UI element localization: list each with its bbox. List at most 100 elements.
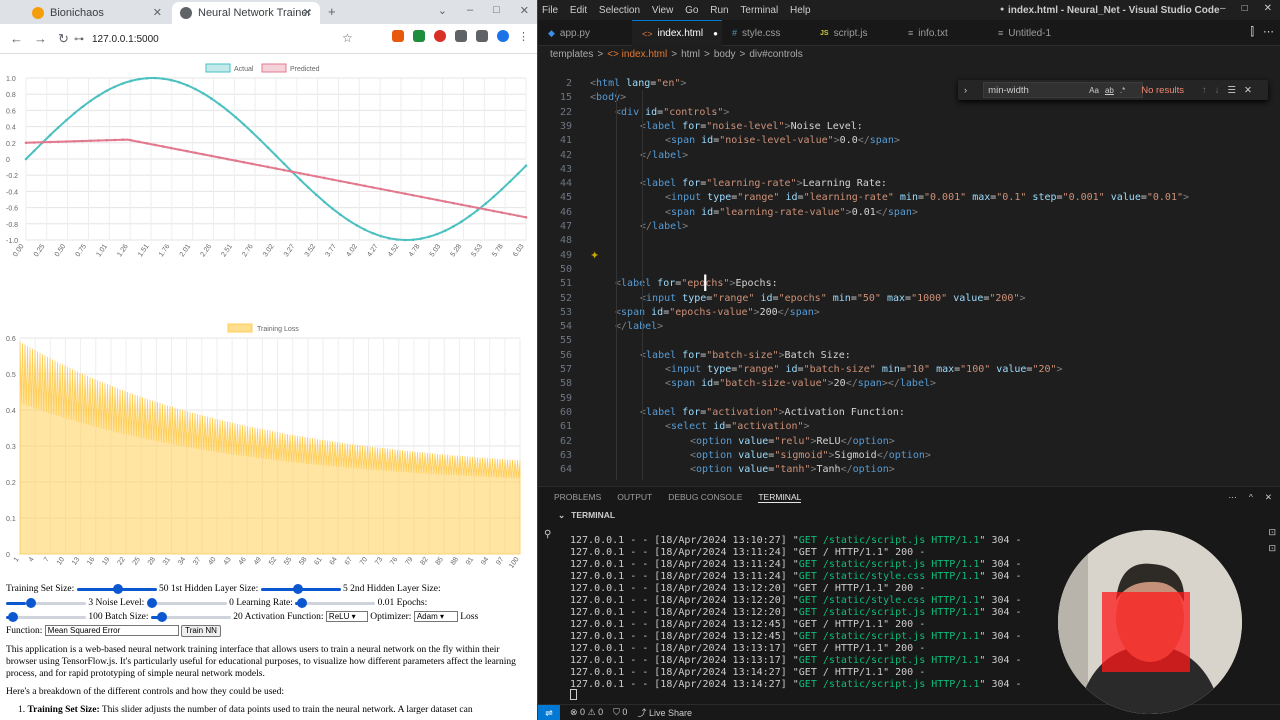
extension-icon[interactable] <box>392 30 404 42</box>
code-line[interactable]: <div id="controls"> <box>615 107 729 118</box>
remote-indicator-icon[interactable]: ⇌ <box>538 704 560 720</box>
more-actions-icon[interactable]: ⋯ <box>1263 25 1274 38</box>
new-tab-button[interactable]: + <box>328 4 336 19</box>
terminal-instance-icon[interactable]: ⊡ <box>1268 527 1276 538</box>
code-line[interactable]: <span id="noise-level-value">0.0</span> <box>665 135 900 146</box>
chevron-right-icon[interactable]: › <box>964 85 967 96</box>
learning-rate-slider[interactable] <box>295 597 376 608</box>
code-line[interactable]: <label for="noise-level">Noise Level: <box>640 121 863 132</box>
code-line[interactable]: <label for="learning-rate">Learning Rate… <box>640 178 887 189</box>
menu-run[interactable]: Run <box>710 5 728 16</box>
tab-info-txt[interactable]: ≡ info.txt <box>898 20 988 46</box>
menu-edit[interactable]: Edit <box>570 5 587 16</box>
avatar[interactable] <box>497 30 509 42</box>
code-editor[interactable]: 2 <html lang="en"> 15 <body> 22 <div id="cont… <box>538 76 1280 486</box>
menu-view[interactable]: View <box>652 5 674 16</box>
extension-icon[interactable] <box>434 30 446 42</box>
puzzle-icon[interactable] <box>455 30 467 42</box>
reload-icon[interactable]: ↻ <box>58 31 72 47</box>
noise-slider[interactable] <box>146 597 227 608</box>
menu-selection[interactable]: Selection <box>599 5 640 16</box>
tab-search-icon[interactable]: ⌄ <box>438 4 447 17</box>
code-line[interactable]: <span id="batch-size-value">20</span></l… <box>665 378 936 389</box>
site-info-icon[interactable]: ⊶ <box>74 34 84 45</box>
terminal-output[interactable]: 127.0.0.1 - - [18/Apr/2024 13:10:27] "GE… <box>570 535 1022 691</box>
tab-style-css[interactable]: # style.css <box>722 20 810 46</box>
sparkle-icon[interactable]: ✦ <box>590 249 599 262</box>
training-set-slider[interactable] <box>76 583 157 594</box>
arrow-down-icon[interactable]: ↓ <box>1215 85 1220 96</box>
regex-icon[interactable]: .* <box>1120 86 1125 95</box>
maximize-icon[interactable]: □ <box>493 4 500 17</box>
hidden1-slider[interactable] <box>260 583 341 594</box>
code-line[interactable]: <span id="learning-rate-value">0.01</spa… <box>665 207 918 218</box>
close-icon[interactable]: ✕ <box>1244 85 1252 96</box>
extension-icon[interactable] <box>413 30 425 42</box>
close-tab-icon[interactable]: ✕ <box>303 6 312 19</box>
live-share-button[interactable]: ⤴ Live Share <box>637 706 692 719</box>
code-line[interactable]: <option value="relu">ReLU</option> <box>690 436 895 447</box>
media-icon[interactable] <box>476 30 488 42</box>
tab-terminal[interactable]: TERMINAL <box>758 492 802 503</box>
close-tab-icon[interactable]: ✕ <box>153 6 162 19</box>
code-line[interactable]: <input type="range" id="epochs" min="50"… <box>640 293 1026 304</box>
code-line[interactable]: <label for="epochs">Epochs: <box>615 278 778 289</box>
tab-output[interactable]: OUTPUT <box>617 492 652 502</box>
code-line[interactable]: <select id="activation"> <box>665 421 810 432</box>
bookmark-star-icon[interactable]: ☆ <box>342 31 353 45</box>
forward-icon[interactable]: → <box>34 31 48 46</box>
tab-index-html[interactable]: <> index.html ● <box>632 20 722 46</box>
maximize-panel-icon[interactable]: ^ <box>1249 492 1253 503</box>
breadcrumb-item[interactable]: <> index.html <box>607 49 667 60</box>
tab-problems[interactable]: PROBLEMS <box>554 492 601 502</box>
minimize-icon[interactable]: – <box>1220 3 1226 14</box>
close-window-icon[interactable]: ✕ <box>520 4 529 17</box>
code-line[interactable]: <label for="activation">Activation Funct… <box>640 407 905 418</box>
back-icon[interactable]: ← <box>10 31 24 46</box>
close-icon[interactable]: ✕ <box>1265 492 1272 503</box>
code-line[interactable]: <label for="batch-size">Batch Size: <box>640 350 851 361</box>
split-editor-icon[interactable]: ⫿ <box>1250 26 1254 39</box>
breadcrumb-item[interactable]: templates <box>550 49 593 60</box>
more-actions-icon[interactable]: ⋯ <box>1228 492 1237 503</box>
breadcrumb-item[interactable]: div#controls <box>749 49 802 60</box>
code-line[interactable]: </label> <box>615 321 663 332</box>
code-line[interactable]: <body> <box>590 92 626 103</box>
tab-script-js[interactable]: JS script.js <box>810 20 898 46</box>
problems-status[interactable]: ⊗ 0 ⚠ 0 <box>570 707 603 718</box>
kebab-menu-icon[interactable]: ⋮ <box>518 30 529 43</box>
browser-tab-neural-network-trainer[interactable]: Neural Network Trainer ✕ <box>172 2 320 24</box>
hidden2-slider[interactable] <box>6 597 86 608</box>
ports-status[interactable]: ⛉ 0 <box>613 707 627 718</box>
code-line[interactable]: <input type="range" id="learning-rate" m… <box>665 192 1189 203</box>
code-line[interactable]: </label> <box>640 221 688 232</box>
breadcrumb-item[interactable]: body <box>714 49 736 60</box>
optimizer-select[interactable]: Adam ▾ <box>413 611 458 623</box>
maximize-icon[interactable]: □ <box>1242 3 1248 14</box>
chevron-down-icon[interactable]: ⌄ <box>558 510 565 521</box>
loss-select[interactable]: Mean Squared Error <box>44 625 179 637</box>
tab-debug-console[interactable]: DEBUG CONSOLE <box>668 492 742 502</box>
activation-select[interactable]: ReLU ▾ <box>325 611 368 623</box>
whole-word-icon[interactable]: ab <box>1105 86 1114 95</box>
match-case-icon[interactable]: Aa <box>1089 86 1099 95</box>
code-line[interactable]: <option value="sigmoid">Sigmoid</option> <box>690 450 931 461</box>
code-line[interactable]: <html lang="en"> <box>590 78 686 89</box>
terminal-instance-icon[interactable]: ⊡ <box>1268 543 1276 554</box>
tab-untitled-1[interactable]: ≡ Untitled-1 <box>988 20 1084 46</box>
menu-terminal[interactable]: Terminal <box>740 5 778 16</box>
batch-slider[interactable] <box>150 611 231 622</box>
url-field[interactable]: ⊶ 127.0.0.1:5000 <box>74 28 374 50</box>
minimize-icon[interactable]: – <box>467 4 473 17</box>
code-line[interactable]: </label> <box>640 150 688 161</box>
epochs-slider[interactable] <box>6 611 86 622</box>
code-line[interactable]: <option value="tanh">Tanh</option> <box>690 464 895 475</box>
tab-app-py[interactable]: ◆ app.py <box>538 20 632 46</box>
breadcrumb-item[interactable]: html <box>681 49 700 60</box>
menu-help[interactable]: Help <box>790 5 811 16</box>
code-line[interactable]: <input type="range" id="batch-size" min=… <box>665 364 1063 375</box>
menu-go[interactable]: Go <box>685 5 698 16</box>
find-selection-icon[interactable]: ☰ <box>1227 85 1236 96</box>
menu-file[interactable]: File <box>542 5 558 16</box>
browser-tab-bionichaos[interactable]: Bionichaos ✕ <box>24 2 170 24</box>
